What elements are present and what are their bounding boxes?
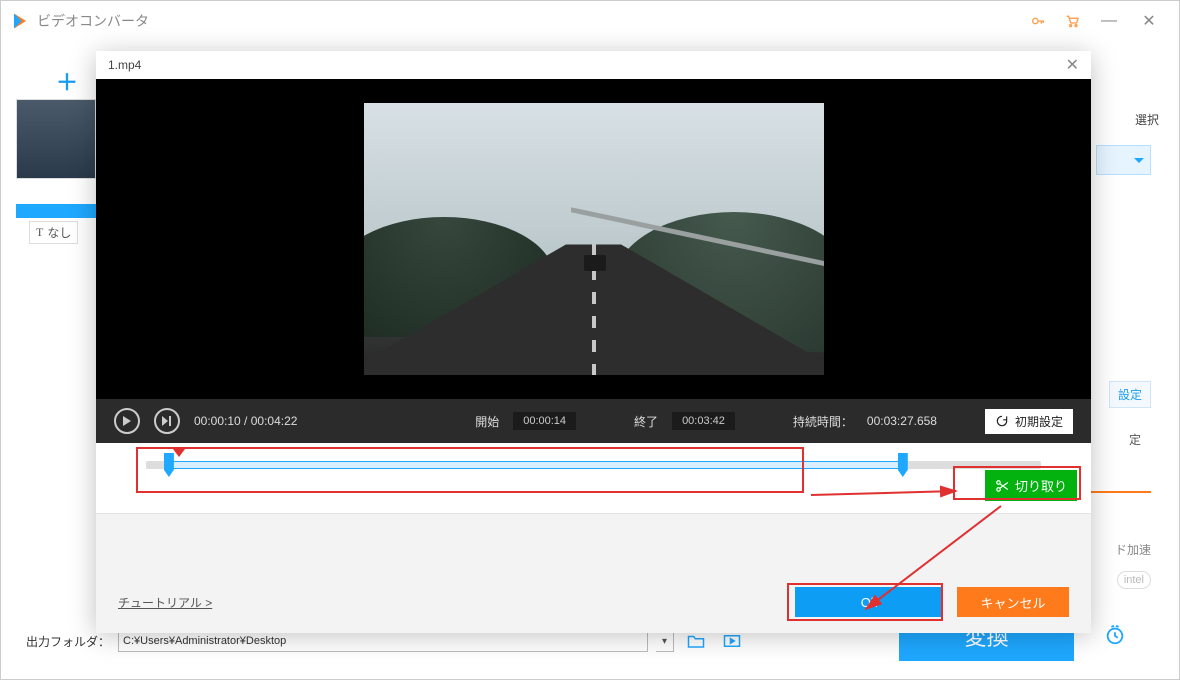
- dialog-titlebar: 1.mp4 ✕: [96, 51, 1091, 79]
- video-thumbnail[interactable]: [16, 99, 96, 179]
- hw-accel-label: ド加速: [1115, 541, 1151, 558]
- output-path-input[interactable]: [118, 630, 648, 652]
- video-frame: [364, 103, 824, 375]
- subtitle-selector[interactable]: T なし: [29, 221, 78, 244]
- range-end-handle[interactable]: [898, 453, 908, 477]
- play-button[interactable]: [114, 408, 140, 434]
- app-title: ビデオコンバータ: [37, 11, 149, 31]
- annotation-ok-box: [787, 583, 943, 621]
- duration-label: 持続時間：: [793, 413, 853, 430]
- output-path-dropdown[interactable]: ▾: [656, 630, 674, 652]
- close-button[interactable]: ✕: [1129, 11, 1169, 31]
- titlebar: ビデオコンバータ — ✕: [1, 1, 1179, 41]
- output-folder-label: 出力フォルダ：: [26, 633, 110, 650]
- start-time-input[interactable]: 00:00:14: [513, 412, 576, 430]
- settings-button[interactable]: 設定: [1109, 381, 1151, 408]
- cancel-button[interactable]: キャンセル: [957, 587, 1069, 617]
- trim-dialog: 1.mp4 ✕ 00:00:10 / 00:04:22 開始 00:00:14 …: [96, 51, 1091, 631]
- dialog-footer: チュートリアル > Ok キャンセル: [96, 587, 1091, 617]
- chevron-down-icon: [1134, 158, 1144, 163]
- intel-badge: intel: [1117, 571, 1151, 589]
- format-dropdown[interactable]: [1096, 145, 1151, 175]
- refresh-icon: [995, 414, 1009, 428]
- end-label: 終了: [634, 413, 658, 430]
- select-label: 選択: [1135, 111, 1159, 128]
- step-button[interactable]: [154, 408, 180, 434]
- annotation-timeline-box: [136, 447, 804, 493]
- app-logo-icon: [11, 12, 29, 30]
- playback-controls: 00:00:10 / 00:04:22 開始 00:00:14 終了 00:03…: [96, 399, 1091, 443]
- thumbnail-selected-strip: [16, 204, 96, 218]
- subtitle-none-label: なし: [47, 224, 71, 241]
- playback-time: 00:00:10 / 00:04:22: [194, 414, 297, 428]
- key-icon[interactable]: [1029, 12, 1047, 30]
- divider-accent: [1091, 491, 1151, 493]
- end-time-input[interactable]: 00:03:42: [672, 412, 735, 430]
- schedule-icon[interactable]: [1104, 624, 1126, 651]
- add-file-button[interactable]: ＋: [56, 65, 78, 97]
- fixed-label: 定: [1129, 431, 1141, 448]
- reset-button[interactable]: 初期設定: [985, 409, 1073, 434]
- duration-value: 00:03:27.658: [867, 414, 937, 428]
- dialog-close-icon[interactable]: ✕: [1066, 55, 1079, 75]
- minimize-button[interactable]: —: [1089, 12, 1129, 30]
- cart-icon[interactable]: [1063, 12, 1081, 30]
- tutorial-link[interactable]: チュートリアル >: [118, 594, 212, 611]
- start-label: 開始: [475, 413, 499, 430]
- dialog-filename: 1.mp4: [108, 58, 141, 72]
- timeline-area: 切り取り: [96, 443, 1091, 513]
- video-preview: [96, 79, 1091, 399]
- annotation-cut-box: [953, 466, 1081, 500]
